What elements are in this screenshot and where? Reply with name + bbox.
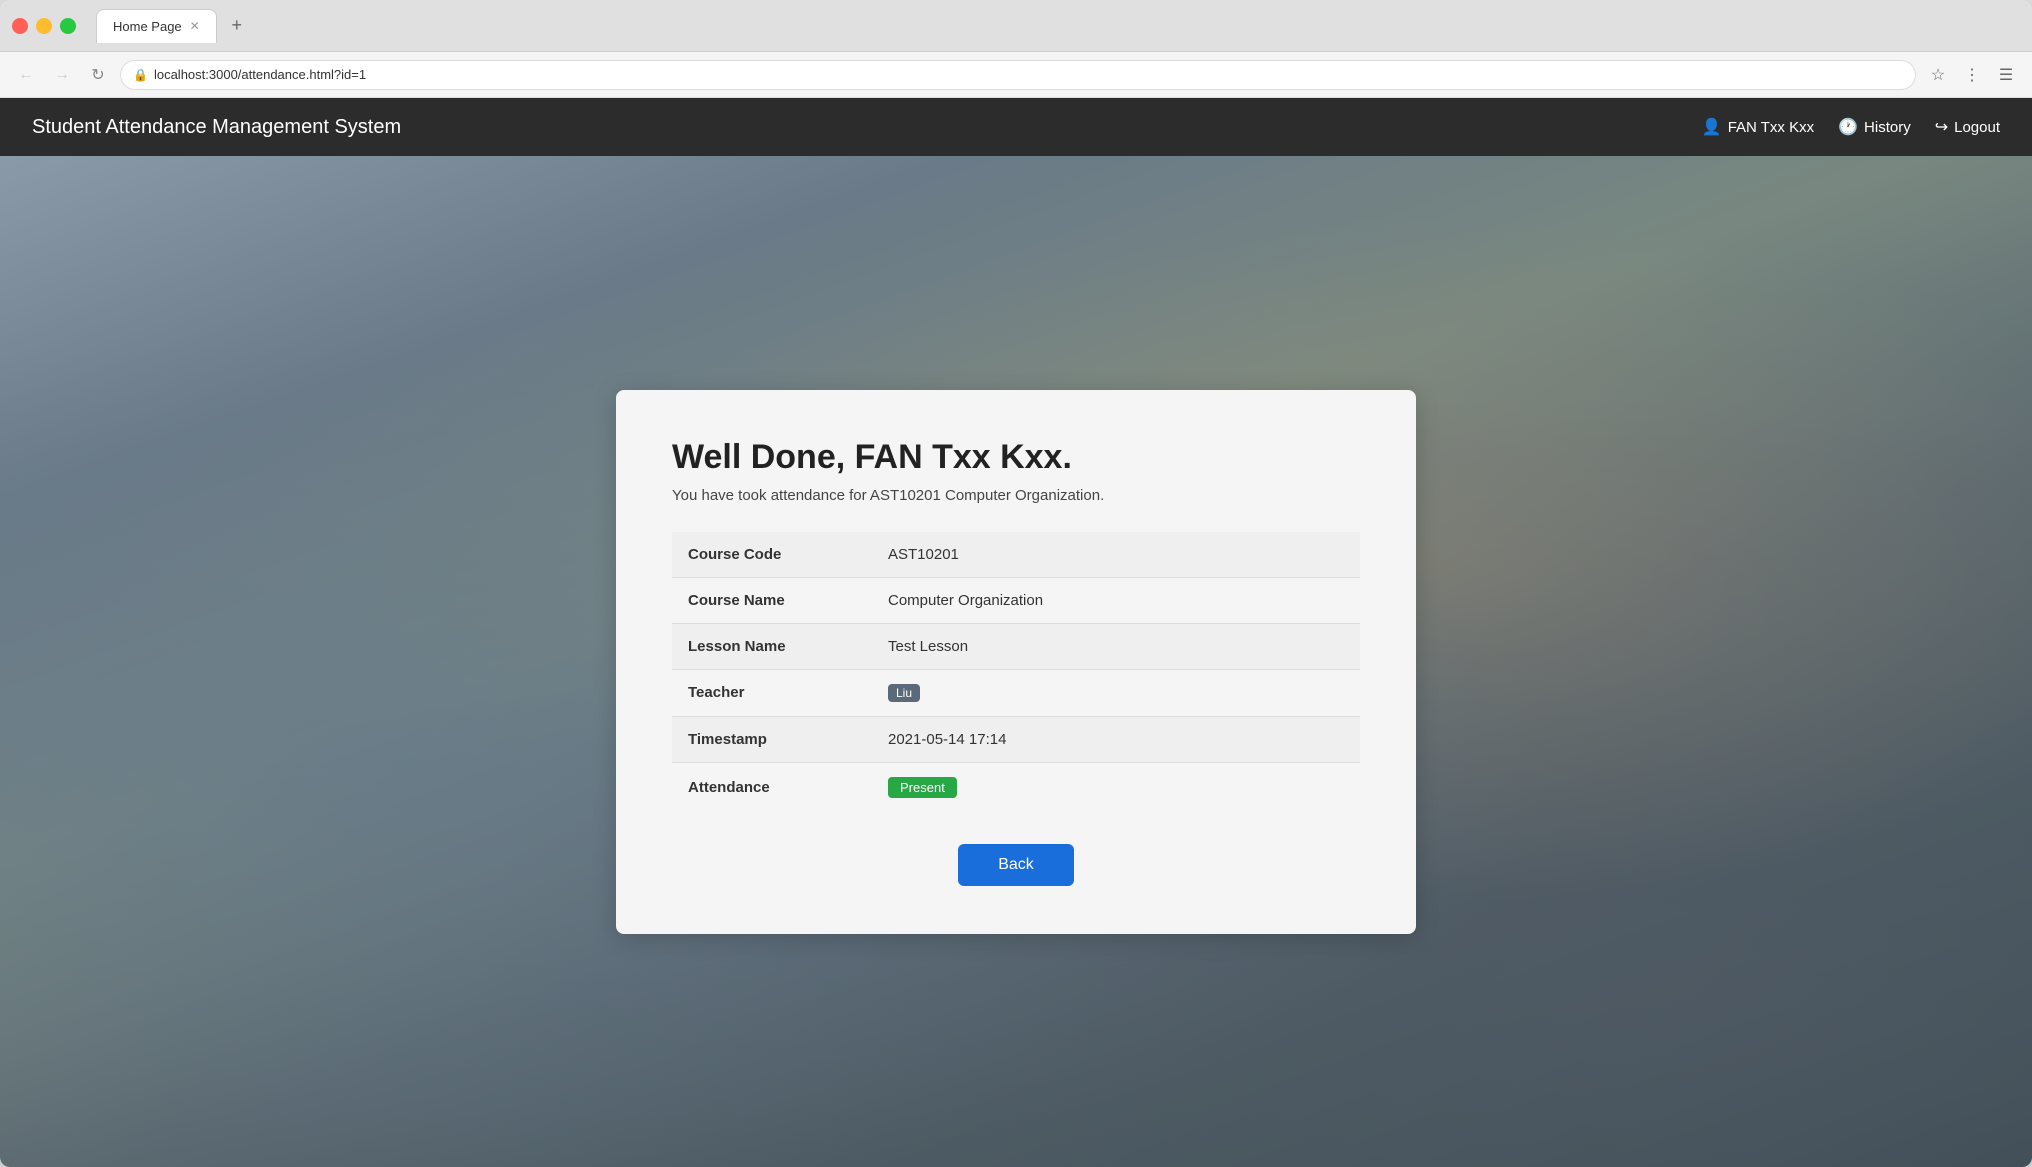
- button-container: Back: [672, 844, 1360, 886]
- new-tab-button[interactable]: +: [225, 14, 249, 38]
- table-cell-label: Attendance: [672, 762, 872, 812]
- info-table: Course CodeAST10201Course NameComputer O…: [672, 532, 1360, 812]
- extensions-button[interactable]: ⋮: [1958, 61, 1986, 89]
- navbar: Student Attendance Management System 👤 F…: [0, 98, 2032, 156]
- table-cell-value: Liu: [872, 669, 1360, 716]
- forward-nav-button[interactable]: →: [48, 61, 76, 89]
- teacher-badge: Liu: [888, 684, 920, 702]
- navbar-logout-label: Logout: [1954, 119, 2000, 136]
- navbar-right: 👤 FAN Txx Kxx 🕐 History ↪ Logout: [1702, 117, 2000, 137]
- table-cell-value: 2021-05-14 17:14: [872, 716, 1360, 762]
- navbar-history-label: History: [1864, 119, 1911, 136]
- tab-bar: Home Page ✕ +: [96, 9, 2020, 43]
- history-icon: 🕐: [1838, 117, 1858, 137]
- menu-button[interactable]: ☰: [1992, 61, 2020, 89]
- table-cell-label: Course Code: [672, 532, 872, 578]
- navbar-username: FAN Txx Kxx: [1728, 119, 1814, 136]
- bookmark-button[interactable]: ☆: [1924, 61, 1952, 89]
- url-text: localhost:3000/attendance.html?id=1: [154, 67, 366, 82]
- table-cell-label: Course Name: [672, 577, 872, 623]
- maximize-button[interactable]: [60, 18, 76, 34]
- browser-toolbar: ← → ↻ 🔒 localhost:3000/attendance.html?i…: [0, 52, 2032, 98]
- navbar-brand: Student Attendance Management System: [32, 116, 401, 139]
- reload-button[interactable]: ↻: [84, 61, 112, 89]
- main-background: Well Done, FAN Txx Kxx. You have took at…: [0, 156, 2032, 1167]
- tab-close-icon[interactable]: ✕: [190, 19, 200, 33]
- table-row: Course CodeAST10201: [672, 532, 1360, 578]
- table-row: Attendance Present: [672, 762, 1360, 812]
- table-row: Lesson NameTest Lesson: [672, 623, 1360, 669]
- card-title: Well Done, FAN Txx Kxx.: [672, 438, 1360, 477]
- app-content: Student Attendance Management System 👤 F…: [0, 98, 2032, 1167]
- table-cell-value: Computer Organization: [872, 577, 1360, 623]
- user-icon: 👤: [1702, 117, 1722, 137]
- attendance-card: Well Done, FAN Txx Kxx. You have took at…: [616, 390, 1416, 934]
- lock-icon: 🔒: [133, 68, 148, 82]
- table-cell-value: Test Lesson: [872, 623, 1360, 669]
- browser-tab[interactable]: Home Page ✕: [96, 9, 217, 43]
- table-cell-label: Lesson Name: [672, 623, 872, 669]
- card-subtitle: You have took attendance for AST10201 Co…: [672, 487, 1360, 504]
- logout-icon: ↪: [1935, 117, 1948, 137]
- table-row: Timestamp2021-05-14 17:14: [672, 716, 1360, 762]
- minimize-button[interactable]: [36, 18, 52, 34]
- back-nav-button[interactable]: ←: [12, 61, 40, 89]
- table-row: Course NameComputer Organization: [672, 577, 1360, 623]
- table-row: Teacher Liu: [672, 669, 1360, 716]
- address-bar[interactable]: 🔒 localhost:3000/attendance.html?id=1: [120, 60, 1916, 90]
- table-cell-value: AST10201: [872, 532, 1360, 578]
- table-cell-value: Present: [872, 762, 1360, 812]
- table-cell-label: Teacher: [672, 669, 872, 716]
- attendance-badge: Present: [888, 777, 957, 798]
- toolbar-right: ☆ ⋮ ☰: [1924, 61, 2020, 89]
- tab-title: Home Page: [113, 19, 182, 34]
- navbar-user[interactable]: 👤 FAN Txx Kxx: [1702, 117, 1814, 137]
- navbar-history[interactable]: 🕐 History: [1838, 117, 1911, 137]
- traffic-lights: [12, 18, 76, 34]
- navbar-logout[interactable]: ↪ Logout: [1935, 117, 2000, 137]
- table-cell-label: Timestamp: [672, 716, 872, 762]
- close-button[interactable]: [12, 18, 28, 34]
- browser-titlebar: Home Page ✕ +: [0, 0, 2032, 52]
- back-button[interactable]: Back: [958, 844, 1074, 886]
